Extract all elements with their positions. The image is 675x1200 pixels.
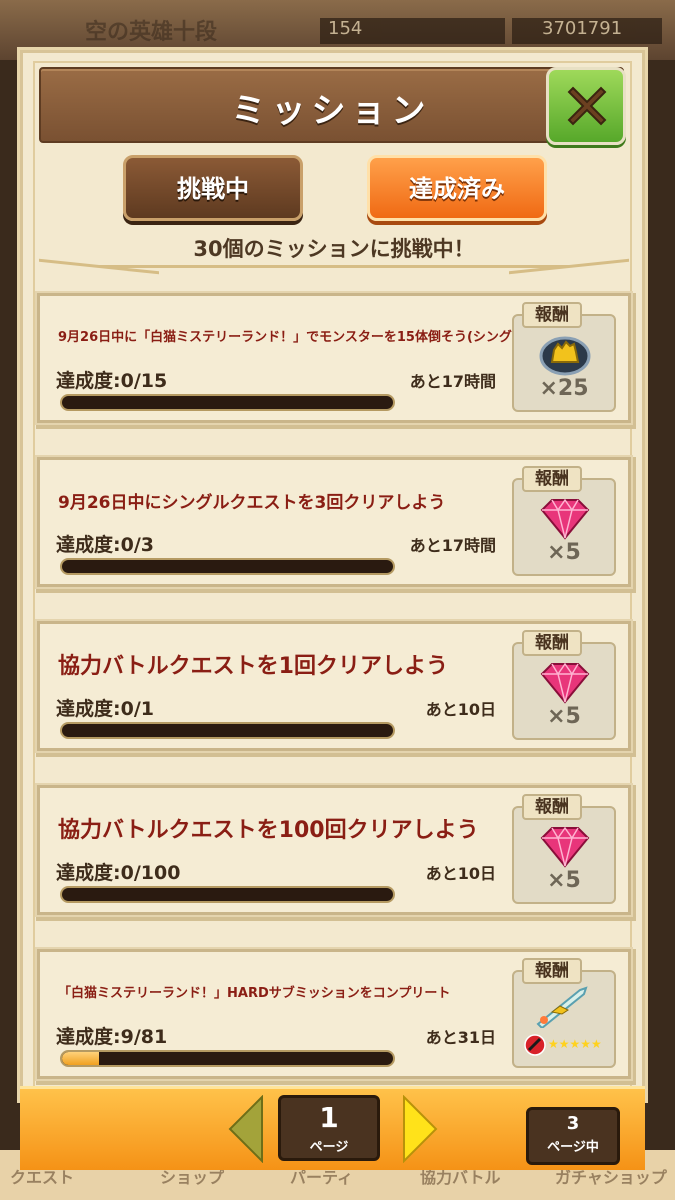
reward-label: 報酬 — [522, 466, 582, 492]
mission-card[interactable]: 「白猫ミステリーランド！」HARDサブミッションをコンプリート 達成度:9/81… — [37, 949, 631, 1079]
mission-card[interactable]: 9月26日中にシングルクエストを3回クリアしよう 達成度:0/3 あと17時間 … — [37, 457, 631, 587]
mission-name: 「白猫ミステリーランド！」HARDサブミッションをコンプリート — [58, 986, 451, 1001]
mission-count-text: 30個のミッションに挑戦中！ — [193, 237, 475, 261]
weapon-icon — [536, 986, 588, 1028]
rarity-stars: ★★★★★ — [548, 1037, 602, 1051]
time-remaining: あと31日 — [425, 1028, 496, 1047]
gem-icon — [540, 826, 590, 868]
progress-label: 達成度:0/15 — [56, 370, 168, 392]
mission-name: 協力バトルクエストを1回クリアしよう — [58, 654, 448, 679]
time-remaining: あと10日 — [425, 700, 496, 719]
tab-completed[interactable]: 達成済み — [367, 155, 547, 221]
pager-bar: 1 ページ 3 ページ中 — [20, 1086, 645, 1170]
page-title: ミッション — [231, 91, 432, 131]
rank-title: 空の英雄十段 — [85, 20, 218, 45]
reward-label: 報酬 — [522, 794, 582, 820]
mission-card[interactable]: 協力バトルクエストを1回クリアしよう 達成度:0/1 あと10日 報酬 ×5 — [37, 621, 631, 751]
reward-box: 報酬 ×5 — [512, 794, 616, 904]
reward-quantity: ×25 — [539, 376, 589, 401]
tab-in-progress[interactable]: 挑戦中 — [123, 155, 303, 221]
title-bar: ミッション — [39, 67, 624, 143]
gem-icon — [540, 498, 590, 540]
reward-quantity: ×5 — [547, 540, 581, 565]
total-pages-indicator: 3 ページ中 — [526, 1107, 620, 1165]
reward-box: 報酬 ★★★★★ — [512, 958, 616, 1068]
time-remaining: あと17時間 — [409, 372, 496, 391]
gem-icon — [540, 662, 590, 704]
progress-bar — [60, 394, 395, 411]
mission-count-header: 30個のミッションに挑戦中！ — [39, 229, 629, 268]
prev-page-button[interactable] — [226, 1095, 266, 1163]
reward-label: 報酬 — [522, 630, 582, 656]
current-page-label: ページ — [309, 1140, 349, 1155]
coin-counter: 3701791 — [512, 18, 662, 44]
progress-bar — [60, 1050, 395, 1067]
reward-box: 報酬 ×25 — [512, 302, 616, 412]
reward-label: 報酬 — [522, 958, 582, 984]
progress-label: 達成度:0/3 — [56, 534, 154, 556]
mission-name: 9月26日中にシングルクエストを3回クリアしよう — [58, 493, 446, 513]
mission-card[interactable]: 協力バトルクエストを100回クリアしよう 達成度:0/100 あと10日 報酬 … — [37, 785, 631, 915]
mission-card[interactable]: 9月26日中に「白猫ミステリーランド！」でモンスターを15体倒そう(シングルのみ… — [37, 293, 631, 423]
next-page-button[interactable] — [400, 1095, 440, 1163]
stat-counter: 154 — [320, 18, 505, 44]
reward-box: 報酬 ×5 — [512, 466, 616, 576]
close-icon — [567, 86, 607, 126]
mission-dialog: ミッション 挑戦中 達成済み 30個のミッションに挑戦中！ 9月26日中に「白猫… — [20, 50, 645, 1100]
reward-quantity: ×5 — [547, 868, 581, 893]
progress-label: 達成度:0/1 — [56, 698, 154, 720]
progress-label: 達成度:0/100 — [56, 862, 181, 884]
reward-box: 報酬 ×5 — [512, 630, 616, 740]
current-page-indicator: 1 ページ — [278, 1095, 380, 1161]
progress-bar — [60, 886, 395, 903]
total-pages-label: ページ中 — [547, 1140, 599, 1155]
mission-name: 協力バトルクエストを100回クリアしよう — [58, 818, 479, 843]
progress-bar — [60, 558, 395, 575]
total-pages-number: 3 — [566, 1113, 580, 1134]
element-icon — [524, 1034, 546, 1056]
current-page-number: 1 — [319, 1101, 339, 1134]
time-remaining: あと17時間 — [409, 536, 496, 555]
progress-label: 達成度:9/81 — [56, 1026, 168, 1048]
glove-icon — [539, 336, 591, 376]
progress-fill — [62, 1052, 99, 1065]
progress-bar — [60, 722, 395, 739]
mission-name: 9月26日中に「白猫ミステリーランド！」でモンスターを15体倒そう(シングルのみ… — [58, 330, 570, 345]
reward-label: 報酬 — [522, 302, 582, 328]
close-button[interactable] — [546, 67, 626, 145]
time-remaining: あと10日 — [425, 864, 496, 883]
reward-quantity: ×5 — [547, 704, 581, 729]
